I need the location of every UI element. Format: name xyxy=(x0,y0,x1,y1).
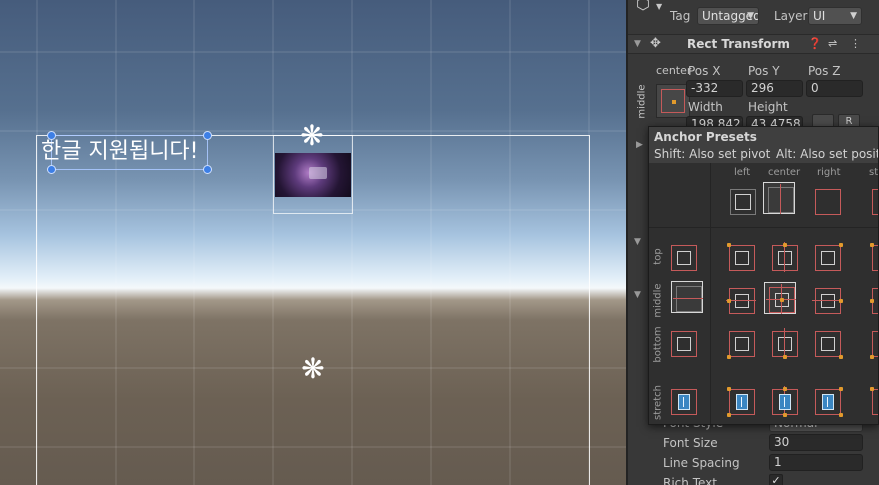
rect-handle-top-left[interactable] xyxy=(47,131,56,140)
rect-handle-bottom-right[interactable] xyxy=(203,165,212,174)
preset-bottom-stretch[interactable] xyxy=(868,327,878,359)
preset-stretch-left[interactable] xyxy=(725,385,757,417)
preset-top-right[interactable] xyxy=(811,241,843,273)
tag-dropdown[interactable]: Untagged ▼ xyxy=(697,7,759,25)
popup-titlebar: Anchor Presets Shift: Also set pivot Alt… xyxy=(649,127,878,163)
pos-y-label: Pos Y xyxy=(748,64,780,78)
cube-icon: ⬡ xyxy=(636,0,650,13)
layer-value: UI xyxy=(813,9,826,23)
line-spacing-field[interactable]: 1 xyxy=(769,454,863,471)
help-icon[interactable]: ❓ xyxy=(808,37,822,50)
preset-stretch-stretch[interactable] xyxy=(868,385,878,417)
layer-label: Layer xyxy=(774,9,808,23)
grid-divider-vertical xyxy=(710,163,711,424)
preset-middle-right[interactable] xyxy=(811,284,843,316)
rect-handle-bottom-left[interactable] xyxy=(47,165,56,174)
preset-none-stretch[interactable] xyxy=(868,185,878,217)
pos-y-field[interactable]: 296 xyxy=(746,80,803,97)
col-stretch-label: stretch xyxy=(869,167,879,178)
shift-hint: Shift: Also set pivot xyxy=(654,147,771,161)
image-thumbnail xyxy=(275,153,351,197)
canvas-anchor-flower-icon[interactable]: ❋ xyxy=(299,355,327,383)
anchor-horizontal-label: center xyxy=(656,64,692,77)
preset-none-left[interactable] xyxy=(726,185,758,217)
preset-middle-left[interactable] xyxy=(725,284,757,316)
pos-x-label: Pos X xyxy=(688,64,721,78)
scene-korean-text[interactable]: 한글 지원됩니다! xyxy=(41,133,199,165)
col-center-label: center xyxy=(768,167,801,178)
pos-x-field[interactable]: -332 xyxy=(686,80,743,97)
grid-divider-horizontal xyxy=(649,227,878,228)
preset-bottom-none[interactable] xyxy=(667,327,699,359)
foldout-arrow-icon[interactable]: ▶ xyxy=(636,140,643,150)
preset-settings-icon[interactable]: ⇌ xyxy=(828,37,837,50)
pos-z-field[interactable]: 0 xyxy=(806,80,863,97)
foldout-arrow-icon[interactable]: ▼ xyxy=(634,237,641,247)
row-top-label: top xyxy=(652,248,664,265)
preset-top-left[interactable] xyxy=(725,241,757,273)
rect-transform-icon: ✥ xyxy=(650,36,661,51)
dropdown-arrow-icon[interactable]: ▼ xyxy=(656,2,662,11)
preset-top-none[interactable] xyxy=(667,241,699,273)
preset-middle-center[interactable] xyxy=(764,282,796,314)
rich-text-label: Rich Text xyxy=(663,476,717,485)
preset-bottom-center[interactable] xyxy=(768,327,800,359)
col-left-label: left xyxy=(734,167,751,178)
preset-none-center[interactable] xyxy=(763,182,795,214)
anchor-preset-button[interactable] xyxy=(656,84,690,118)
row-stretch-label: stretch xyxy=(652,385,664,420)
row-bottom-label: bottom xyxy=(652,326,664,363)
row-middle-label: middle xyxy=(652,283,664,318)
scene-view[interactable]: 한글 지원됩니다! ❋ ❋ xyxy=(0,0,626,485)
height-label: Height xyxy=(748,100,788,114)
preset-middle-none[interactable] xyxy=(671,281,703,313)
chevron-down-icon: ▼ xyxy=(747,11,754,21)
preset-middle-stretch[interactable] xyxy=(868,284,878,316)
layer-dropdown[interactable]: UI ▼ xyxy=(808,7,862,25)
preset-bottom-left[interactable] xyxy=(725,327,757,359)
col-right-label: right xyxy=(817,167,841,178)
preset-stretch-none[interactable] xyxy=(667,385,699,417)
preset-stretch-right[interactable] xyxy=(811,385,843,417)
preset-stretch-center[interactable] xyxy=(768,385,800,417)
foldout-arrow-icon[interactable]: ▼ xyxy=(634,39,641,49)
preset-bottom-right[interactable] xyxy=(811,327,843,359)
tag-label: Tag xyxy=(670,9,691,23)
popup-title: Anchor Presets xyxy=(654,130,757,144)
preset-top-center[interactable] xyxy=(768,241,800,273)
foldout-arrow-icon[interactable]: ▼ xyxy=(634,290,641,300)
more-options-icon[interactable]: ⋮ xyxy=(850,37,861,50)
font-size-label: Font Size xyxy=(663,436,718,450)
rich-text-checkbox[interactable]: ✓ xyxy=(769,474,783,485)
anchor-vertical-label: middle xyxy=(636,84,648,119)
rect-transform-title: Rect Transform xyxy=(687,37,790,51)
preset-none-right[interactable] xyxy=(811,185,843,217)
anchor-preset-center-dot xyxy=(672,100,676,104)
line-spacing-label: Line Spacing xyxy=(663,456,740,470)
preset-top-stretch[interactable] xyxy=(868,241,878,273)
rect-transform-header[interactable]: ▼ ✥ Rect Transform ❓ ⇌ ⋮ xyxy=(628,34,879,54)
font-size-field[interactable]: 30 xyxy=(769,434,863,451)
anchor-presets-popup: Anchor Presets Shift: Also set pivot Alt… xyxy=(648,126,879,425)
alt-hint: Alt: Also set position xyxy=(776,147,878,161)
rect-handle-top-right[interactable] xyxy=(203,131,212,140)
width-label: Width xyxy=(688,100,723,114)
chevron-down-icon: ▼ xyxy=(850,11,857,21)
pos-z-label: Pos Z xyxy=(808,64,841,78)
